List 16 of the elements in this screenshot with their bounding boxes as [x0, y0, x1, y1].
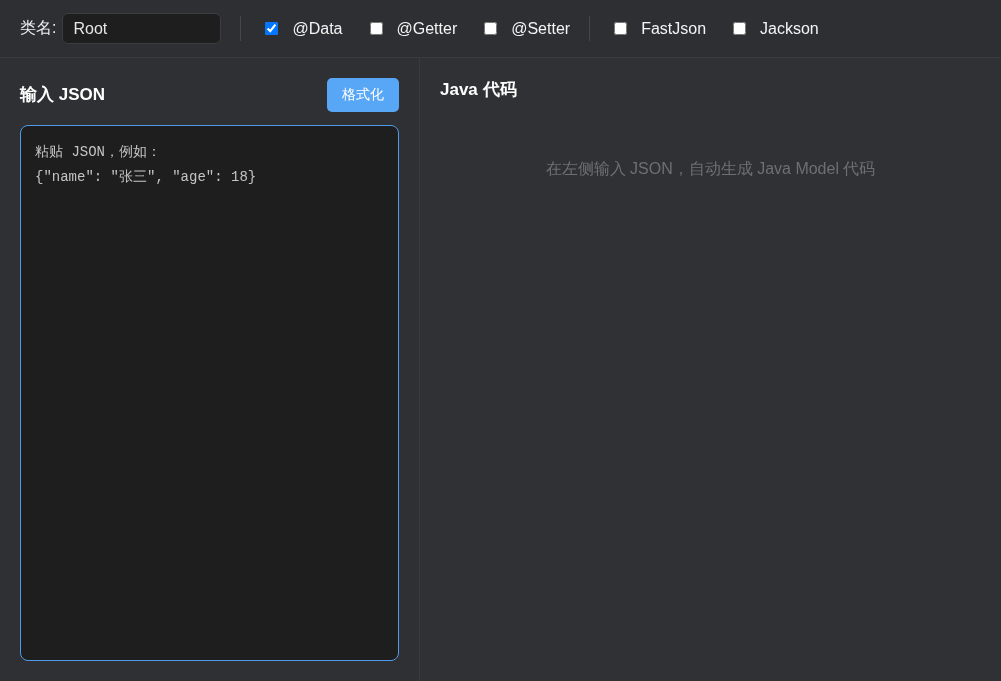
checkbox[interactable] [614, 22, 628, 35]
json-input-field[interactable]: 粘贴 JSON，例如： {"name": "张三", "age": 18} [20, 125, 399, 661]
checkbox[interactable] [733, 22, 747, 35]
checkbox[interactable] [369, 22, 383, 35]
checkbox-label[interactable]: FastJson [641, 19, 707, 38]
checkbox-label[interactable]: @Setter [511, 19, 571, 38]
checkbox-label[interactable]: @Data [292, 19, 343, 38]
checkbox[interactable] [484, 22, 498, 35]
empty-message: 在左侧输入 JSON，自动生成 Java Model 代码 [545, 159, 876, 179]
panel-title: Java 代码 [440, 79, 517, 101]
class-name-label: 类名: [20, 18, 57, 38]
panel-title: 输入 JSON [20, 84, 106, 106]
checkbox[interactable] [265, 22, 279, 35]
checkbox-label[interactable]: @Getter [396, 19, 458, 38]
checkbox-label[interactable]: Jackson [760, 19, 819, 38]
class-name-input[interactable]: Root [62, 13, 222, 44]
